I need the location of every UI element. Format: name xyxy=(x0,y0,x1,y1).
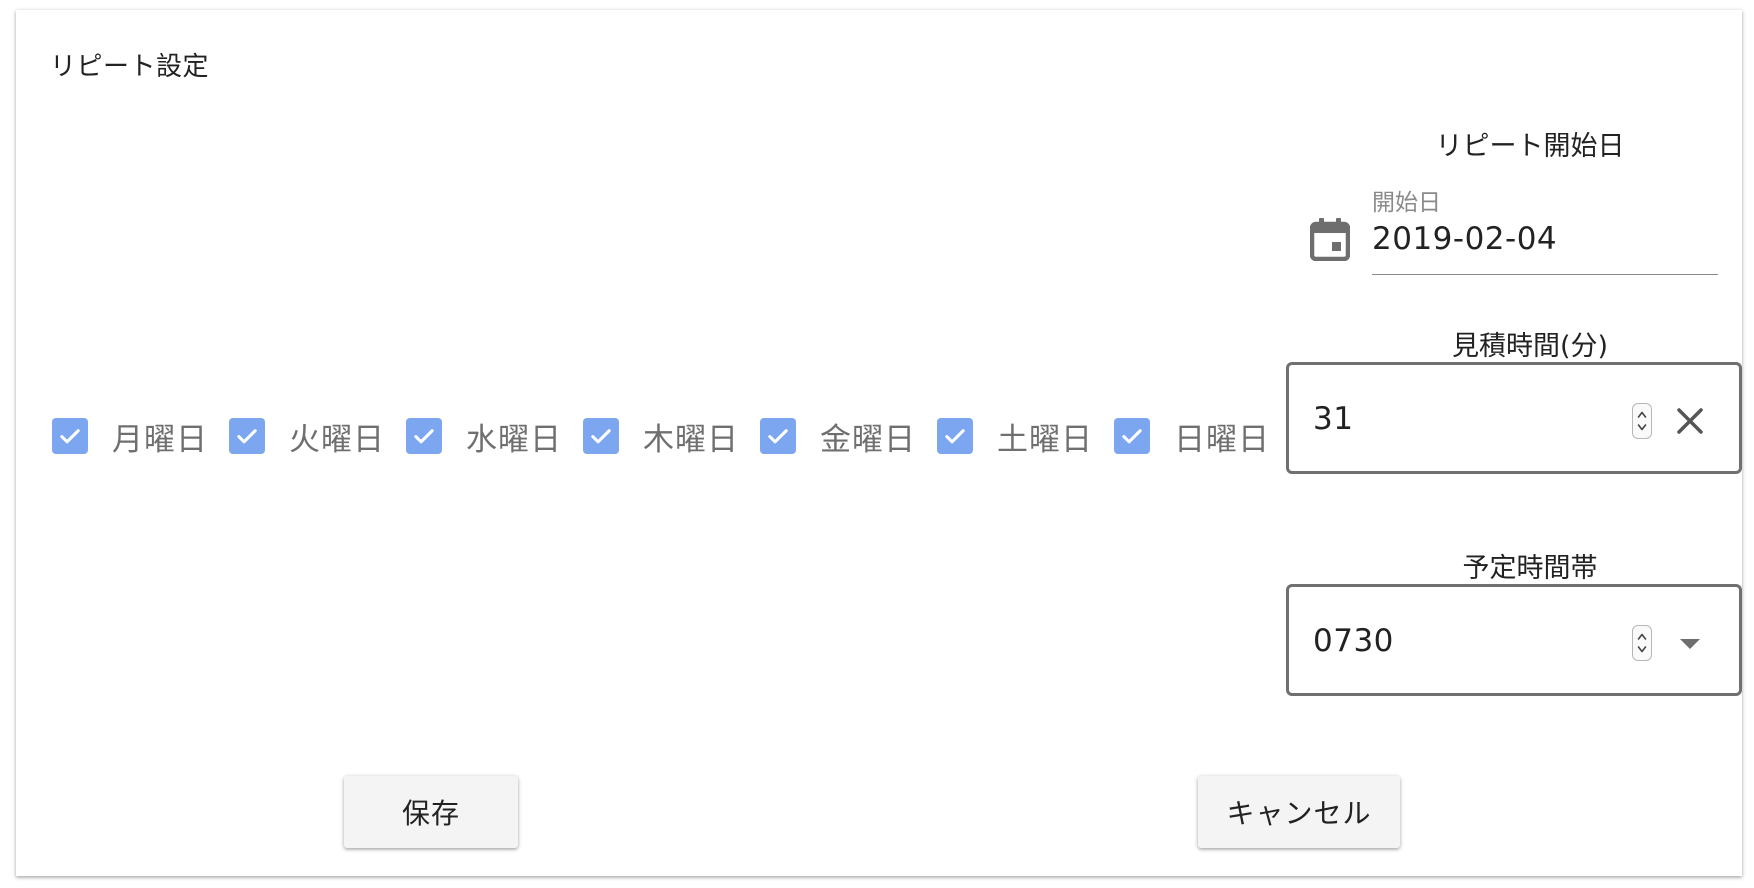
weekday-monday[interactable]: 月曜日 xyxy=(52,412,229,460)
checkmark-icon xyxy=(591,429,611,444)
weekday-label: 土曜日 xyxy=(997,421,1093,458)
checkmark-icon xyxy=(768,429,788,444)
weekday-label: 金曜日 xyxy=(820,421,916,458)
cancel-button[interactable]: キャンセル xyxy=(1198,776,1400,848)
estimate-value: 31 xyxy=(1313,401,1354,437)
weekday-thursday[interactable]: 木曜日 xyxy=(583,412,760,460)
start-date-value: 2019-02-04 xyxy=(1372,221,1558,257)
spinner-icon[interactable] xyxy=(1632,403,1652,439)
weekday-wednesday[interactable]: 水曜日 xyxy=(406,412,583,460)
checkbox-checked[interactable] xyxy=(52,418,88,454)
checkbox-checked[interactable] xyxy=(583,418,619,454)
save-button[interactable]: 保存 xyxy=(344,776,518,848)
weekday-sunday[interactable]: 日曜日 xyxy=(1114,412,1291,460)
start-date-input[interactable]: 開始日 2019-02-04 xyxy=(1372,175,1718,275)
checkmark-icon xyxy=(945,429,965,444)
weekday-label: 火曜日 xyxy=(289,421,385,458)
weekday-label: 水曜日 xyxy=(466,421,562,458)
start-date-field-label: 開始日 xyxy=(1372,190,1441,216)
weekday-tuesday[interactable]: 火曜日 xyxy=(229,412,406,460)
checkmark-icon xyxy=(237,429,257,444)
schedule-select-field[interactable]: 0730 xyxy=(1286,584,1742,696)
schedule-value: 0730 xyxy=(1313,623,1394,659)
calendar-icon[interactable] xyxy=(1310,217,1350,261)
clear-icon[interactable] xyxy=(1674,405,1706,437)
weekday-saturday[interactable]: 土曜日 xyxy=(937,412,1114,460)
schedule-section-label: 予定時間帯 xyxy=(1462,553,1598,584)
spinner-icon[interactable] xyxy=(1632,625,1652,661)
checkmark-icon xyxy=(414,429,434,444)
weekday-checkbox-group: 月曜日 火曜日 水曜日 木曜日 金曜日 土曜日 日曜日 xyxy=(52,412,1291,460)
checkbox-checked[interactable] xyxy=(229,418,265,454)
weekday-label: 日曜日 xyxy=(1174,421,1270,458)
repeat-settings-dialog: リピート設定 月曜日 火曜日 水曜日 木曜日 金曜日 土曜日 日曜日 リピート開… xyxy=(16,10,1742,876)
start-date-section-label: リピート開始日 xyxy=(1435,131,1625,162)
dropdown-icon[interactable] xyxy=(1679,637,1701,651)
checkbox-checked[interactable] xyxy=(1114,418,1150,454)
estimate-section-label: 見積時間(分) xyxy=(1451,331,1609,362)
estimate-input-field[interactable]: 31 xyxy=(1286,362,1742,474)
checkbox-checked[interactable] xyxy=(406,418,442,454)
weekday-label: 木曜日 xyxy=(643,421,739,458)
weekday-label: 月曜日 xyxy=(112,421,208,458)
start-date-field: 開始日 2019-02-04 xyxy=(1310,175,1728,275)
dialog-title: リピート設定 xyxy=(50,52,210,82)
checkmark-icon xyxy=(60,429,80,444)
weekday-friday[interactable]: 金曜日 xyxy=(760,412,937,460)
checkbox-checked[interactable] xyxy=(760,418,796,454)
checkmark-icon xyxy=(1122,429,1142,444)
checkbox-checked[interactable] xyxy=(937,418,973,454)
